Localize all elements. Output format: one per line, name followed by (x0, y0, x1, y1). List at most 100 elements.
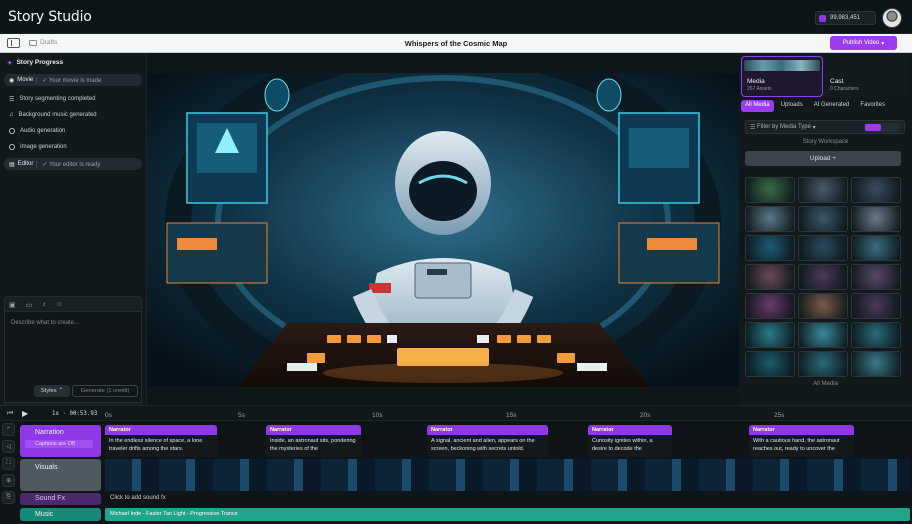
fullscreen-icon[interactable]: ⛶ (2, 457, 15, 470)
grid-view-icon[interactable] (865, 124, 881, 131)
progress-step: ☰ Story segmenting completed (9, 96, 96, 103)
narration-clip[interactable]: Narrator A signal, ancient and alien, app… (427, 425, 548, 457)
narration-clip[interactable]: Narrator With a cautious hand, the astron… (749, 425, 854, 457)
tick-label: 20s (640, 412, 651, 419)
tab-favorites[interactable]: Favorites (856, 100, 889, 112)
tick-label: 25s (774, 412, 785, 419)
media-filter-dropdown[interactable]: ☰ Filter by Media Type ▾ (745, 120, 905, 134)
timecode: 1x · 00:53.93 (52, 411, 98, 417)
avatar[interactable] (882, 8, 902, 28)
media-library-panel: Media 267 Assets Cast 0 Characters All M… (739, 53, 912, 405)
timeline: ⏮ ▶ 1x · 00:53.93 0s 5s 10s 15s 20s 25s … (0, 405, 912, 524)
narration-clip[interactable]: Narrator Inside, an astronaut sits, ponde… (266, 425, 361, 457)
media-thumbnail-strip (744, 60, 820, 71)
play-circle-icon: ◉ (9, 77, 15, 84)
image-icon[interactable]: ▣ (9, 301, 16, 309)
media-thumbnail[interactable] (851, 351, 901, 377)
media-thumbnail[interactable] (851, 264, 901, 290)
generate-button[interactable]: Generate (1 credit) (72, 385, 138, 397)
media-thumbnail[interactable] (851, 235, 901, 261)
check-circle-icon (9, 128, 15, 134)
audio-icon[interactable]: ♪ (42, 301, 46, 309)
app-logo[interactable]: Story Studio (8, 9, 92, 25)
workspace-label: Story Workspace (802, 139, 849, 145)
media-grid (745, 177, 903, 377)
publish-video-button[interactable]: Publish Video ▾ (830, 36, 897, 50)
tab-uploads[interactable]: Uploads (777, 100, 807, 112)
editor-icon: ▤ (9, 161, 15, 168)
project-title: Whispers of the Cosmic Map (404, 39, 508, 48)
media-thumbnail[interactable] (798, 322, 848, 348)
character-icon[interactable]: ☺ (56, 301, 63, 309)
media-thumbnail[interactable] (745, 264, 795, 290)
media-thumbnail[interactable] (745, 351, 795, 377)
media-thumbnail[interactable] (745, 235, 795, 261)
sparkle-icon: ✦ (7, 60, 13, 67)
skip-back-icon[interactable]: ⏮ (7, 410, 13, 418)
add-sound-fx[interactable]: Click to add sound fx (110, 495, 166, 501)
project-bar: Drafts Whispers of the Cosmic Map Publis… (0, 34, 912, 53)
all-media-label: All Media (813, 381, 838, 387)
media-thumbnail[interactable] (851, 322, 901, 348)
media-thumbnail[interactable] (798, 235, 848, 261)
media-thumbnail[interactable] (798, 293, 848, 319)
media-thumbnail[interactable] (798, 351, 848, 377)
video-icon[interactable]: ▭ (26, 301, 33, 309)
narration-clip[interactable]: Narrator In the endless silence of space,… (105, 425, 217, 457)
media-thumbnail[interactable] (798, 264, 848, 290)
media-thumbnail[interactable] (745, 293, 795, 319)
ctrl-icon[interactable]: ⌃ (2, 423, 15, 436)
media-thumbnail[interactable] (745, 177, 795, 203)
volume-icon[interactable]: ◁ (2, 440, 15, 453)
chevron-down-icon: ▾ (881, 40, 885, 47)
upload-button[interactable]: Upload + (745, 151, 901, 166)
tab-media[interactable]: Media 267 Assets (741, 56, 823, 97)
media-thumbnail[interactable] (745, 206, 795, 232)
list-icon: ☰ (9, 96, 15, 103)
play-icon[interactable]: ▶ (22, 409, 28, 418)
timeline-ruler: ⏮ ▶ 1x · 00:53.93 0s 5s 10s 15s 20s 25s (0, 406, 912, 421)
captions-toggle[interactable]: Captions are Off (25, 440, 93, 448)
progress-step: Image generation (4, 141, 142, 153)
credits-badge[interactable]: 99,983,451 (815, 11, 876, 25)
timeline-tools: ⌃ ◁ ⛶ ⊕ ⎘ (2, 423, 18, 508)
visuals-strip[interactable] (105, 459, 910, 491)
check-circle-icon (9, 144, 15, 150)
track-music[interactable]: Music (20, 508, 101, 521)
tab-ai-generated[interactable]: AI Generated (810, 100, 854, 112)
music-clip[interactable]: Michael Inde - Faster Tan Light - Progre… (105, 508, 910, 521)
story-progress-panel: ✦ Story Progress ◉ Movie ✓ Your movie is m… (0, 53, 147, 451)
progress-movie[interactable]: ◉ Movie ✓ Your movie is made (4, 74, 142, 86)
music-note-icon: ♫ (9, 112, 14, 118)
tab-all-media[interactable]: All Media (741, 100, 774, 112)
preview-image[interactable] (147, 73, 739, 387)
media-thumbnail[interactable] (745, 322, 795, 348)
progress-title: ✦ Story Progress (7, 59, 64, 67)
track-visuals[interactable]: Visuals (20, 459, 101, 491)
filter-icon: ☰ (750, 124, 758, 131)
credits-value: 99,983,451 (830, 15, 861, 21)
tick-label: 10s (372, 412, 383, 419)
styles-button[interactable]: Styles ⌃ (34, 385, 70, 397)
tick-label: 0s (105, 412, 112, 419)
top-bar: Story Studio 99,983,451 (0, 0, 912, 34)
media-thumbnail[interactable] (851, 177, 901, 203)
tick-label: 5s (238, 412, 245, 419)
track-narration[interactable]: Narration Captions are Off (20, 425, 101, 457)
media-thumbnail[interactable] (798, 177, 848, 203)
zoom-icon[interactable]: ⊕ (2, 474, 15, 487)
narration-clip[interactable]: Narrator Curiosity ignites within, a desi… (588, 425, 672, 457)
progress-editor[interactable]: ▤ Editor ✓ Your editor is ready (4, 158, 142, 170)
media-subtabs: All Media Uploads AI Generated Favorites (741, 100, 909, 112)
track-sound-fx[interactable]: Sound Fx (20, 493, 101, 505)
media-thumbnail[interactable] (851, 206, 901, 232)
link-icon[interactable]: ⎘ (2, 491, 15, 504)
tick-label: 15s (506, 412, 517, 419)
media-thumbnail[interactable] (851, 293, 901, 319)
tab-cast[interactable]: Cast 0 Characters (825, 56, 907, 97)
view-toggle[interactable] (864, 123, 900, 132)
progress-step: Audio generation (4, 125, 142, 137)
media-thumbnail[interactable] (798, 206, 848, 232)
publish-label: Publish Video (842, 40, 880, 46)
progress-step: ♫ Background music generated (9, 112, 97, 118)
